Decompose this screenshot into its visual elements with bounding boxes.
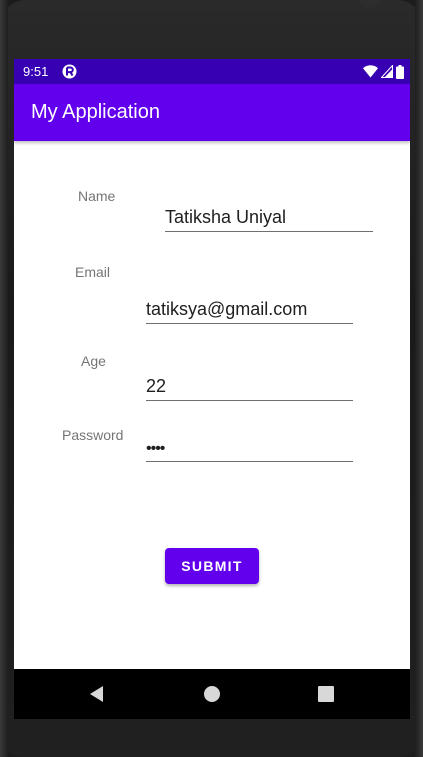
navigation-bar	[14, 669, 410, 719]
email-value: tatiksya@gmail.com	[146, 299, 308, 319]
cell-signal-icon	[381, 65, 393, 78]
battery-icon	[396, 64, 404, 79]
recents-icon[interactable]	[315, 683, 337, 705]
camera-notch	[358, 0, 380, 8]
status-bar: 9:51	[14, 59, 410, 84]
email-label: Email	[75, 264, 111, 280]
name-value: Tatiksha Uniyal	[165, 207, 287, 227]
name-field[interactable]: Tatiksha Uniyal	[165, 199, 373, 232]
age-label: Age	[81, 353, 106, 369]
status-time: 9:51	[23, 64, 49, 79]
age-field[interactable]: 22	[146, 368, 353, 401]
password-label: Password	[62, 427, 124, 443]
password-field[interactable]: ••••	[146, 429, 353, 462]
app-title: My Application	[31, 101, 160, 123]
app-notification-icon	[62, 64, 77, 79]
bezel-left-edge	[0, 0, 8, 757]
submit-button[interactable]: SUBMIT	[165, 548, 259, 584]
bezel-right-edge	[415, 0, 423, 757]
password-value: ••••	[146, 440, 165, 457]
wifi-icon	[363, 65, 378, 78]
back-icon[interactable]	[86, 683, 108, 705]
form-container: Name Tatiksha Uniyal Email tatiksya@gmai…	[14, 141, 410, 669]
status-icons	[363, 64, 404, 79]
age-value: 22	[146, 376, 167, 396]
email-field[interactable]: tatiksya@gmail.com	[146, 291, 353, 324]
name-label: Name	[78, 188, 116, 204]
home-icon[interactable]	[201, 683, 223, 705]
device-screen: 9:51 My Application Name Tatiksha Uniyal…	[14, 59, 410, 719]
app-bar: My Application	[14, 84, 410, 141]
